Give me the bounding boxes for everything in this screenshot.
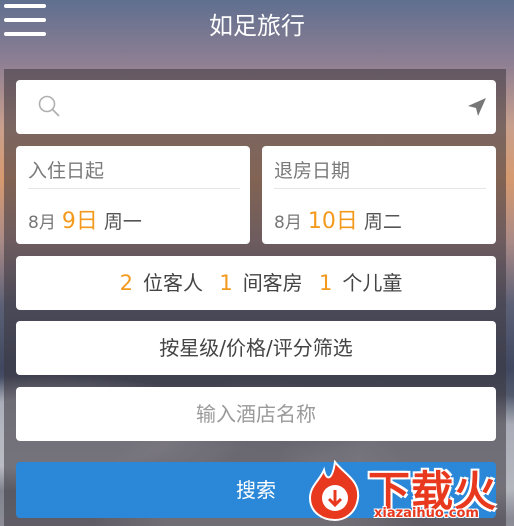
checkin-date: 8月 9日 周一	[28, 203, 142, 235]
destination-search-field[interactable]	[16, 80, 496, 134]
children-label: 个儿童	[342, 271, 403, 295]
rooms-count: 1	[219, 271, 233, 295]
location-arrow-icon[interactable]	[466, 96, 488, 118]
checkout-month: 8月	[274, 213, 302, 233]
checkout-date-card[interactable]: 退房日期 8月 10日 周二	[262, 146, 496, 244]
divider	[274, 188, 486, 189]
children-count: 1	[319, 271, 333, 295]
hotel-name-input[interactable]: 输入酒店名称	[16, 387, 496, 441]
app-header: 如足旅行	[0, 0, 514, 48]
divider	[28, 188, 240, 189]
watermark-url: xiazaihuo.com	[374, 506, 479, 521]
search-icon	[38, 95, 60, 117]
watermark-logo: 下载火 xiazaihuo.com	[304, 458, 514, 526]
rooms-label: 间客房	[242, 271, 303, 295]
checkout-day: 10日	[307, 209, 358, 234]
app-title: 如足旅行	[209, 12, 305, 40]
checkout-date: 8月 10日 周二	[274, 203, 402, 235]
flame-logo-icon	[308, 460, 360, 522]
adults-count: 2	[119, 271, 133, 295]
checkin-label: 入住日起	[28, 160, 105, 182]
checkin-month: 8月	[28, 213, 56, 233]
filter-button[interactable]: 按星级/价格/评分筛选	[16, 321, 496, 375]
checkout-label: 退房日期	[274, 160, 351, 182]
adults-label: 位客人	[142, 271, 203, 295]
checkout-weekday: 周二	[363, 211, 402, 233]
checkin-date-card[interactable]: 入住日起 8月 9日 周一	[16, 146, 250, 244]
checkin-weekday: 周一	[103, 211, 142, 233]
checkin-day: 9日	[61, 209, 98, 234]
guests-selector[interactable]: 2 位客人 1 间客房 1 个儿童	[16, 256, 496, 310]
